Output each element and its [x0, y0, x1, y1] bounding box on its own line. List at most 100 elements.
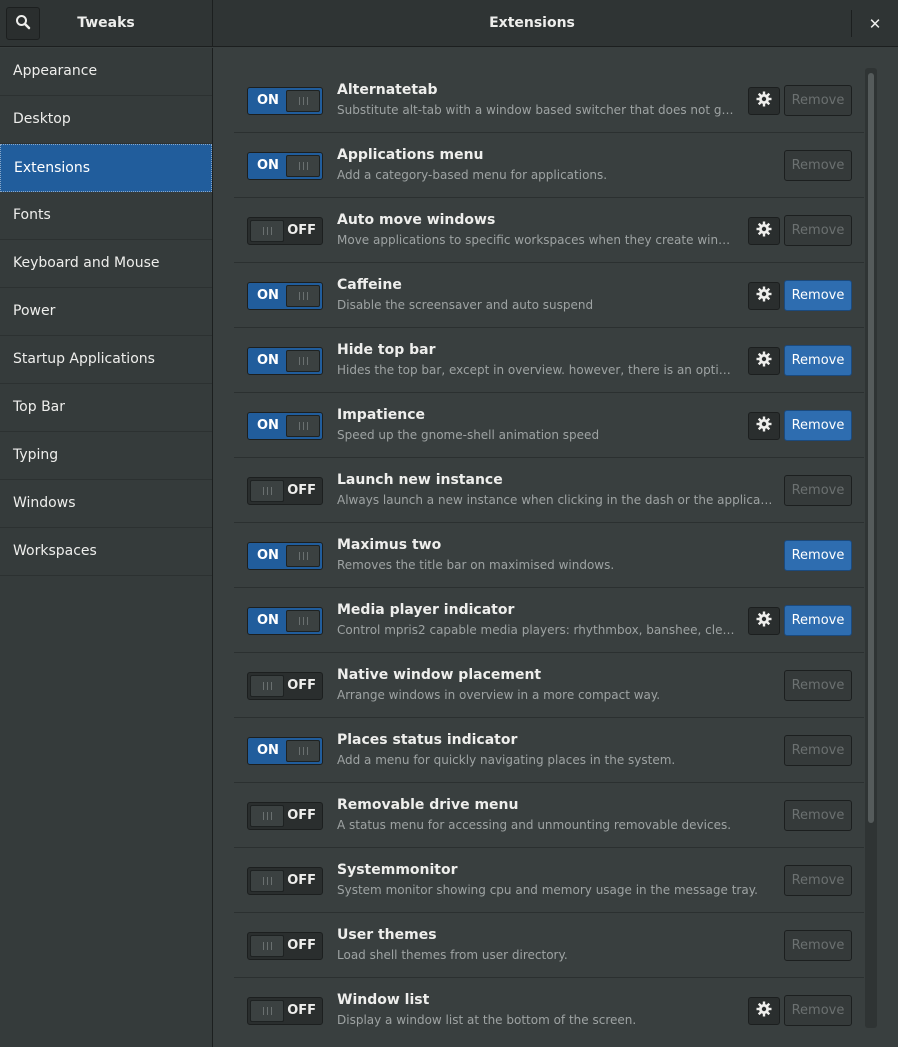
extension-description: Add a category-based menu for applicatio…	[337, 168, 608, 182]
sidebar-item-workspaces[interactable]: Workspaces	[0, 528, 212, 576]
sidebar-item-windows[interactable]: Windows	[0, 480, 212, 528]
sidebar-item-extensions[interactable]: Extensions	[0, 144, 212, 192]
toggle-knob[interactable]	[286, 90, 320, 112]
toggle-knob[interactable]	[250, 675, 284, 697]
remove-button: Remove	[784, 215, 852, 246]
extension-name: Media player indicator	[337, 602, 515, 618]
extension-toggle[interactable]: OFF	[247, 477, 323, 505]
remove-button: Remove	[784, 930, 852, 961]
extension-settings-button[interactable]	[748, 412, 780, 440]
gear-icon	[756, 91, 772, 111]
toggle-knob[interactable]	[250, 480, 284, 502]
extension-row: ON Places status indicator Add a menu for …	[234, 718, 864, 783]
close-button[interactable]: ✕	[859, 10, 891, 37]
extension-name: Caffeine	[337, 277, 402, 293]
close-icon: ✕	[868, 14, 882, 33]
extension-toggle[interactable]: OFF	[247, 802, 323, 830]
toggle-knob[interactable]	[286, 415, 320, 437]
extension-toggle[interactable]: ON	[247, 412, 323, 440]
sidebar-item-typing[interactable]: Typing	[0, 432, 212, 480]
extension-toggle[interactable]: ON	[247, 607, 323, 635]
toggle-state-label: ON	[257, 93, 279, 108]
extension-toggle[interactable]: ON	[247, 152, 323, 180]
toggle-knob[interactable]	[286, 545, 320, 567]
extension-settings-button[interactable]	[748, 997, 780, 1025]
extension-toggle[interactable]: ON	[247, 347, 323, 375]
extension-row: OFF Native window placement Arrange window…	[234, 653, 864, 718]
remove-button: Remove	[784, 800, 852, 831]
extension-settings-button[interactable]	[748, 347, 780, 375]
toggle-knob[interactable]	[286, 350, 320, 372]
extension-name: Window list	[337, 992, 430, 1008]
extension-row: ON Hide top bar Hides the top bar, except …	[234, 328, 864, 393]
extension-toggle[interactable]: OFF	[247, 672, 323, 700]
extension-toggle[interactable]: OFF	[247, 217, 323, 245]
extension-name: Auto move windows	[337, 212, 496, 228]
extension-settings-button[interactable]	[748, 607, 780, 635]
extension-name: Removable drive menu	[337, 797, 519, 813]
toggle-state-label: ON	[257, 288, 279, 303]
remove-button[interactable]: Remove	[784, 605, 852, 636]
toggle-state-label: OFF	[287, 678, 316, 693]
extension-name: Applications menu	[337, 147, 484, 163]
extension-toggle[interactable]: OFF	[247, 932, 323, 960]
toggle-knob[interactable]	[286, 155, 320, 177]
gear-icon	[756, 416, 772, 436]
header-separator	[851, 10, 852, 37]
toggle-state-label: OFF	[287, 1003, 316, 1018]
sidebar-item-fonts[interactable]: Fonts	[0, 192, 212, 240]
search-button[interactable]	[6, 7, 40, 40]
toggle-knob[interactable]	[250, 805, 284, 827]
extension-toggle[interactable]: OFF	[247, 867, 323, 895]
extension-row: OFF Auto move windows Move applications to…	[234, 198, 864, 263]
extension-row: ON Media player indicator Control mpris2 c…	[234, 588, 864, 653]
toggle-state-label: ON	[257, 353, 279, 368]
extension-description: Control mpris2 capable media players: rh…	[337, 623, 737, 637]
remove-button[interactable]: Remove	[784, 280, 852, 311]
toggle-state-label: ON	[257, 158, 279, 173]
sidebar-item-appearance[interactable]: Appearance	[0, 48, 212, 96]
toggle-knob[interactable]	[250, 935, 284, 957]
remove-button[interactable]: Remove	[784, 540, 852, 571]
sidebar-item-startup-applications[interactable]: Startup Applications	[0, 336, 212, 384]
sidebar-item-keyboard-and-mouse[interactable]: Keyboard and Mouse	[0, 240, 212, 288]
extension-toggle[interactable]: OFF	[247, 997, 323, 1025]
extension-name: Maximus two	[337, 537, 442, 553]
extension-row: ON Caffeine Disable the screensaver and au…	[234, 263, 864, 328]
remove-button: Remove	[784, 995, 852, 1026]
toggle-knob[interactable]	[250, 870, 284, 892]
toggle-knob[interactable]	[250, 220, 284, 242]
remove-button[interactable]: Remove	[784, 345, 852, 376]
remove-button[interactable]: Remove	[784, 410, 852, 441]
extension-toggle[interactable]: ON	[247, 87, 323, 115]
sidebar-item-power[interactable]: Power	[0, 288, 212, 336]
remove-button: Remove	[784, 150, 852, 181]
remove-button: Remove	[784, 865, 852, 896]
extension-description: Load shell themes from user directory.	[337, 948, 568, 962]
remove-button: Remove	[784, 475, 852, 506]
toggle-knob[interactable]	[286, 740, 320, 762]
extension-toggle[interactable]: ON	[247, 542, 323, 570]
extension-settings-button[interactable]	[748, 87, 780, 115]
extension-description: Arrange windows in overview in a more co…	[337, 688, 661, 702]
extension-settings-button[interactable]	[748, 282, 780, 310]
extension-toggle[interactable]: ON	[247, 737, 323, 765]
toggle-knob[interactable]	[250, 1000, 284, 1022]
scrollbar-thumb[interactable]	[868, 73, 874, 823]
extension-toggle[interactable]: ON	[247, 282, 323, 310]
extension-name: Hide top bar	[337, 342, 436, 358]
header-bar: Tweaks Extensions ✕	[0, 0, 898, 47]
extension-settings-button[interactable]	[748, 217, 780, 245]
extension-description: Speed up the gnome-shell animation speed	[337, 428, 600, 442]
sidebar-item-top-bar[interactable]: Top Bar	[0, 384, 212, 432]
sidebar-item-desktop[interactable]: Desktop	[0, 96, 212, 144]
extension-row: OFF Systemmonitor System monitor showing c…	[234, 848, 864, 913]
extension-name: Places status indicator	[337, 732, 518, 748]
toggle-state-label: OFF	[287, 938, 316, 953]
extension-name: Alternatetab	[337, 82, 438, 98]
toggle-knob[interactable]	[286, 285, 320, 307]
toggle-knob[interactable]	[286, 610, 320, 632]
extension-description: Removes the title bar on maximised windo…	[337, 558, 615, 572]
extension-name: User themes	[337, 927, 437, 943]
scrollbar[interactable]	[865, 68, 877, 1028]
